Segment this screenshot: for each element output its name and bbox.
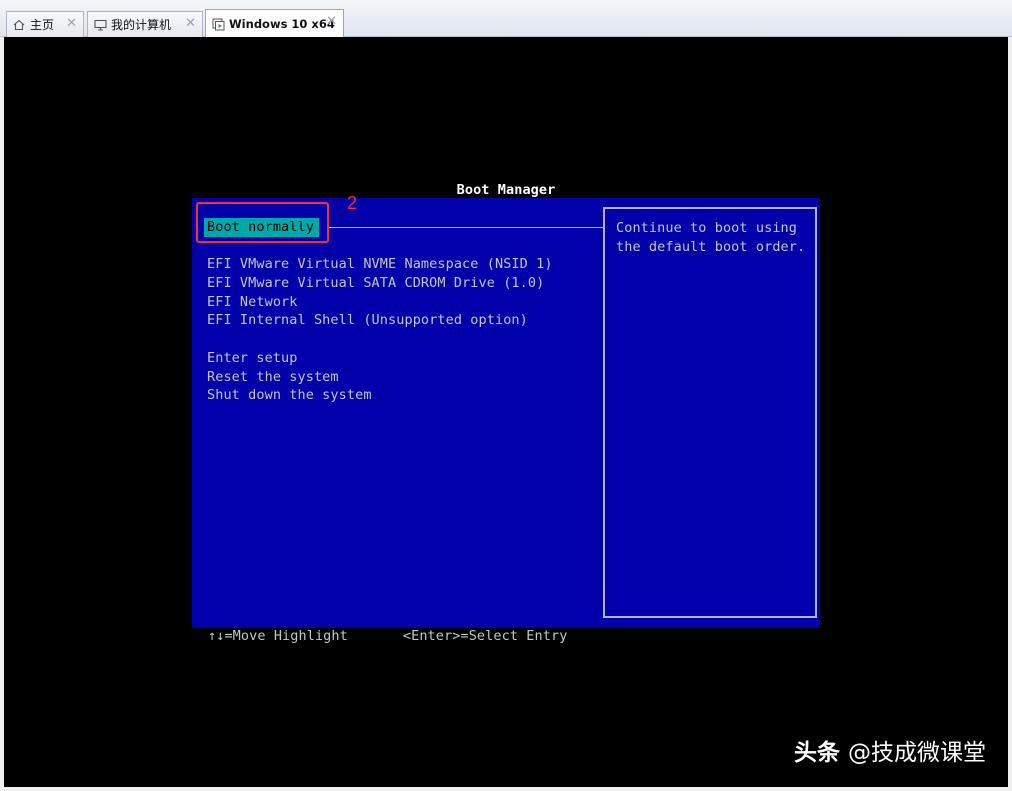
menu-shut-down-system[interactable]: Shut down the system [207, 386, 553, 405]
boot-manager-title: Boot Manager [456, 182, 556, 198]
tab-label: 主页 [30, 18, 55, 32]
window-edge-bottom [0, 787, 1012, 791]
boot-option-efi-nvme[interactable]: EFI VMware Virtual NVME Namespace (NSID … [207, 255, 553, 274]
boot-option-efi-network[interactable]: EFI Network [207, 293, 553, 312]
computer-icon [93, 18, 107, 32]
boot-menu: Boot normally EFI VMware Virtual NVME Na… [204, 218, 553, 405]
tab-label: Windows 10 x64 [229, 17, 335, 31]
menu-spacer [207, 237, 553, 256]
boot-option-efi-sata-cdrom[interactable]: EFI VMware Virtual SATA CDROM Drive (1.0… [207, 274, 553, 293]
boot-option-efi-internal-shell[interactable]: EFI Internal Shell (Unsupported option) [207, 311, 553, 330]
menu-reset-system[interactable]: Reset the system [207, 368, 553, 387]
move-highlight-hint: ↑↓=Move Highlight [208, 628, 348, 644]
watermark: 头条 @技成微课堂 [794, 733, 986, 767]
vm-icon [211, 17, 225, 31]
close-icon[interactable]: ✕ [66, 16, 77, 32]
boot-manager-panel: Continue to boot using the default boot … [192, 193, 820, 628]
home-icon [12, 18, 26, 32]
help-text: Continue to boot using the default boot … [616, 220, 806, 255]
tab-my-computer[interactable]: 我的计算机 ✕ [87, 11, 203, 37]
help-box: Continue to boot using the default boot … [603, 207, 817, 618]
watermark-brand: 头条 [794, 740, 840, 766]
tab-windows-10-x64[interactable]: Windows 10 x64 ✕ [205, 9, 344, 38]
select-entry-hint: <Enter>=Select Entry [402, 628, 568, 644]
close-icon[interactable]: ✕ [326, 14, 337, 30]
vm-console[interactable]: Boot Manager Continue to boot using the … [4, 37, 1008, 787]
tab-bar: 主页 ✕ 我的计算机 ✕ Windows 10 x64 ✕ [0, 0, 1012, 38]
tab-home[interactable]: 主页 ✕ [6, 11, 84, 37]
close-icon[interactable]: ✕ [185, 16, 196, 32]
menu-spacer [207, 330, 553, 349]
watermark-handle: @技成微课堂 [848, 740, 986, 766]
tab-label: 我的计算机 [111, 18, 172, 32]
key-hints-footer: ↑↓=Move Highlight <Enter>=Select Entry [208, 627, 567, 646]
window-edge-right [1008, 37, 1012, 791]
menu-enter-setup[interactable]: Enter setup [207, 349, 553, 368]
boot-option-label: Boot normally [204, 218, 319, 237]
boot-option-boot-normally[interactable]: Boot normally [204, 218, 553, 237]
annotation-number: 2 [347, 193, 358, 213]
